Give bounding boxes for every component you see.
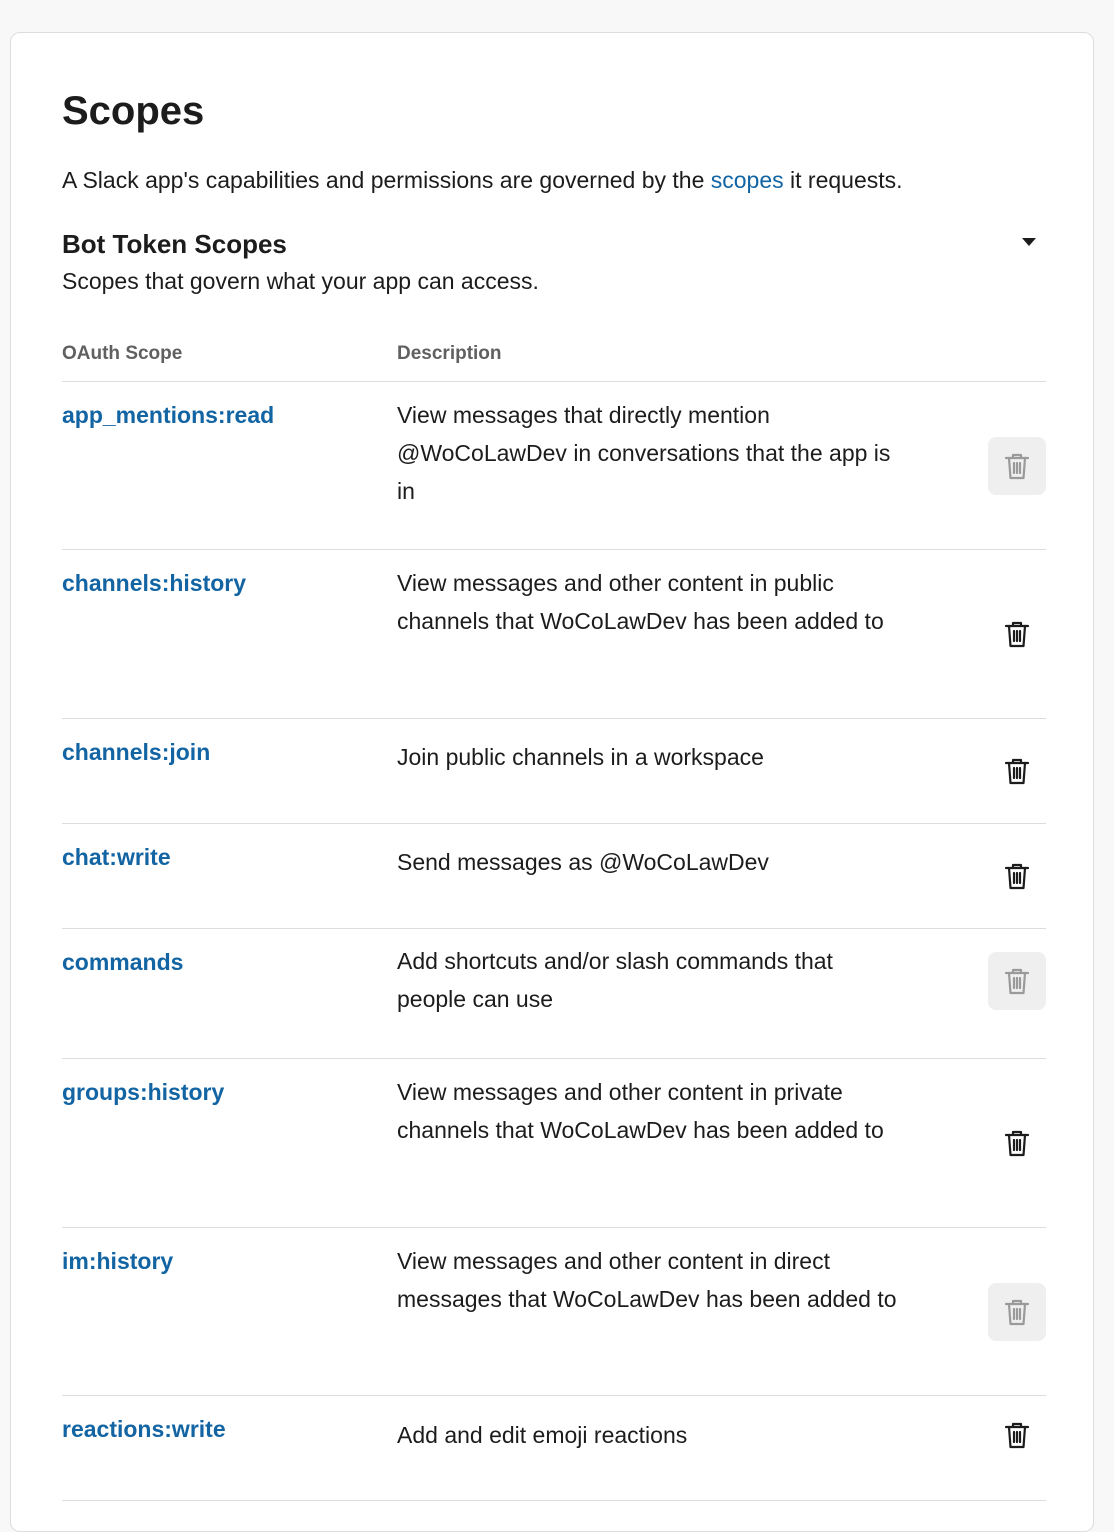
bot-token-scopes-subtitle: Scopes that govern what your app can acc… — [62, 268, 539, 294]
delete-scope-button[interactable] — [988, 437, 1046, 495]
collapse-toggle-button[interactable] — [1014, 233, 1044, 251]
scope-description: Send messages as @WoCoLawDev — [397, 849, 769, 875]
scope-name-link[interactable]: commands — [62, 947, 183, 977]
scope-row: channels:history View messages and other … — [62, 550, 1046, 719]
trash-icon — [1004, 1298, 1030, 1326]
scopes-link[interactable]: scopes — [711, 167, 784, 193]
delete-scope-button[interactable] — [988, 952, 1046, 1010]
scope-name-link[interactable]: app_mentions:read — [62, 400, 274, 430]
delete-scope-button[interactable] — [988, 1406, 1046, 1464]
trash-icon — [1004, 757, 1030, 785]
trash-icon — [1004, 1129, 1030, 1157]
scope-row: reactions:write Add and edit emoji reacti… — [62, 1396, 1046, 1501]
trash-icon — [1004, 1421, 1030, 1449]
scope-row: app_mentions:read View messages that dire… — [62, 382, 1046, 550]
scope-description: Add and edit emoji reactions — [397, 1422, 688, 1448]
scope-description: Join public channels in a workspace — [397, 744, 764, 770]
bot-token-scopes-title: Bot Token Scopes — [62, 229, 287, 259]
page-title: Scopes — [62, 89, 205, 133]
intro-text-after: it requests. — [783, 167, 903, 193]
trash-icon — [1004, 452, 1030, 480]
scopes-table-body: app_mentions:read View messages that dire… — [62, 382, 1046, 1501]
scope-name-link[interactable]: chat:write — [62, 842, 171, 872]
caret-down-icon — [1022, 238, 1036, 246]
trash-icon — [1004, 967, 1030, 995]
delete-scope-button[interactable] — [988, 1283, 1046, 1341]
scope-name-link[interactable]: channels:join — [62, 737, 210, 767]
scope-row: commands Add shortcuts and/or slash comma… — [62, 929, 1046, 1059]
trash-icon — [1004, 620, 1030, 648]
delete-scope-button[interactable] — [988, 742, 1046, 800]
delete-scope-button[interactable] — [988, 1114, 1046, 1172]
scope-name-link[interactable]: reactions:write — [62, 1414, 226, 1444]
delete-scope-button[interactable] — [988, 605, 1046, 663]
scope-row: channels:join Join public channels in a w… — [62, 719, 1046, 824]
scope-row: groups:history View messages and other co… — [62, 1059, 1046, 1228]
scope-description: View messages and other content in publi… — [397, 570, 884, 634]
delete-scope-button[interactable] — [988, 847, 1046, 905]
scope-description: View messages and other content in priva… — [397, 1079, 884, 1143]
scope-name-link[interactable]: im:history — [62, 1246, 173, 1276]
column-header-description: Description — [397, 343, 502, 364]
scopes-table-header: OAuth Scope Description — [62, 341, 1046, 382]
scopes-card: Scopes A Slack app's capabilities and pe… — [10, 32, 1094, 1532]
column-header-oauth-scope: OAuth Scope — [62, 343, 183, 364]
scope-description: View messages and other content in direc… — [397, 1248, 897, 1312]
trash-icon — [1004, 862, 1030, 890]
scope-description: View messages that directly mention @WoC… — [397, 402, 891, 504]
scope-row: im:history View messages and other conten… — [62, 1228, 1046, 1396]
intro-text: A Slack app's capabilities and permissio… — [62, 165, 903, 195]
scope-row: chat:write Send messages as @WoCoLawDev — [62, 824, 1046, 929]
scope-name-link[interactable]: channels:history — [62, 568, 246, 598]
scope-name-link[interactable]: groups:history — [62, 1077, 224, 1107]
intro-text-before: A Slack app's capabilities and permissio… — [62, 167, 711, 193]
scope-description: Add shortcuts and/or slash commands that… — [397, 948, 833, 1012]
